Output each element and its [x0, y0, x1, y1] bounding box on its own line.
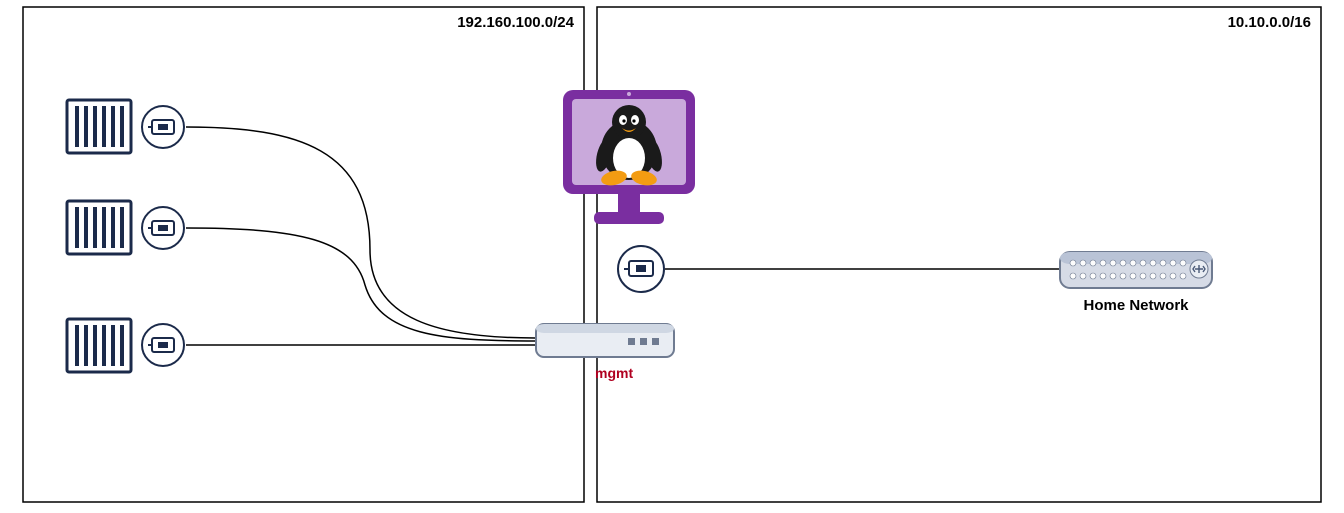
container-3 — [67, 319, 131, 372]
nic-icon — [618, 246, 664, 292]
container-2 — [67, 201, 131, 254]
bridge-label: mgmt — [595, 365, 633, 381]
nic-icon — [142, 207, 184, 249]
home-switch-icon — [1060, 252, 1212, 288]
linux-host-icon — [563, 90, 695, 224]
bridge-device — [536, 324, 674, 357]
network-diagram: 192.160.100.0/24 10.10.0.0/16 — [0, 0, 1344, 513]
zone-right — [597, 7, 1321, 502]
nic-icon — [142, 106, 184, 148]
zone-right-cidr: 10.10.0.0/16 — [1228, 14, 1311, 31]
nic-icon — [142, 324, 184, 366]
home-switch-label: Home Network — [1083, 297, 1189, 314]
container-1 — [67, 100, 131, 153]
zone-left-cidr: 192.160.100.0/24 — [457, 14, 574, 31]
